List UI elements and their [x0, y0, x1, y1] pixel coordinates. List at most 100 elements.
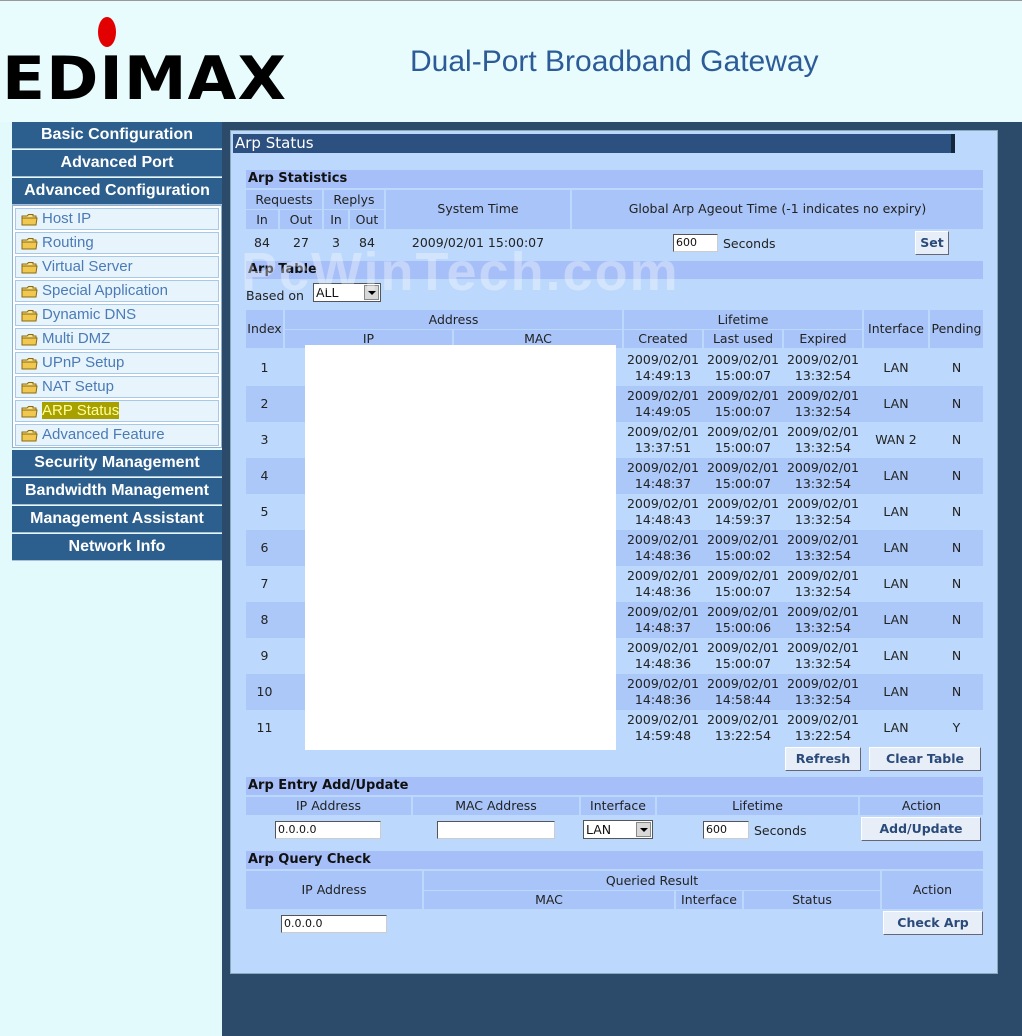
cell-created-time: 14:49:13	[634, 368, 692, 383]
cell-exp-date: 2009/02/01	[786, 712, 860, 727]
cell-exp-time: 13:32:54	[794, 404, 852, 419]
cell-pending: N	[951, 468, 962, 483]
cell-last-time: 15:00:07	[714, 404, 772, 419]
cell-pending: Y	[952, 720, 961, 735]
sidebar-item-nat-setup[interactable]: NAT Setup	[15, 376, 219, 398]
query-mac-header: MAC	[424, 891, 674, 909]
cell-last-time: 15:00:07	[714, 368, 772, 383]
clear-table-button[interactable]: Clear Table	[869, 747, 981, 771]
nav-management-assistant[interactable]: Management Assistant	[12, 506, 222, 533]
cell-last-date: 2009/02/01	[706, 352, 780, 367]
cell-pending: N	[951, 396, 962, 411]
query-status-header: Status	[744, 891, 880, 909]
cell-exp-date: 2009/02/01	[786, 424, 860, 439]
cell-created-time: 14:59:48	[634, 728, 692, 743]
cell-interface: LAN	[883, 612, 909, 627]
cell-exp-date: 2009/02/01	[786, 388, 860, 403]
entry-ip-header: IP Address	[246, 797, 411, 815]
ageout-time-input[interactable]: 600	[673, 234, 718, 252]
sidebar-item-virtual-server[interactable]: Virtual Server	[15, 256, 219, 278]
cell-index: 9	[260, 648, 269, 663]
cell-created-date: 2009/02/01	[626, 532, 700, 547]
cell-created: 2009/02/01 14:49:13	[624, 350, 702, 384]
sidebar-item-dynamic-dns[interactable]: Dynamic DNS	[15, 304, 219, 326]
queried-result-header: Queried Result	[424, 871, 880, 890]
cell-last: 2009/02/01 15:00:06	[704, 602, 782, 636]
nav-basic-configuration[interactable]: Basic Configuration	[12, 122, 222, 149]
nav-advanced-port[interactable]: Advanced Port	[12, 150, 222, 177]
cell-index: 7	[260, 576, 269, 591]
cell-exp-date: 2009/02/01	[786, 352, 860, 367]
cell-last-date: 2009/02/01	[706, 388, 780, 403]
sidebar-item-multi-dmz[interactable]: Multi DMZ	[15, 328, 219, 350]
entry-ip-input[interactable]: 0.0.0.0	[275, 821, 381, 839]
cell-exp: 2009/02/01 13:32:54	[784, 530, 862, 564]
cell-exp: 2009/02/01 13:32:54	[784, 566, 862, 600]
cell-index: 8	[260, 612, 269, 627]
sidebar-item-host-ip[interactable]: Host IP	[15, 208, 219, 230]
entry-mac-input[interactable]	[437, 821, 555, 839]
requests-in-header: In	[246, 210, 278, 229]
cell-created-date: 2009/02/01	[626, 460, 700, 475]
sidebar-item-special-application[interactable]: Special Application	[15, 280, 219, 302]
cell-interface: LAN	[883, 576, 909, 591]
page-title: Arp Status	[233, 134, 955, 153]
sidebar-item-arp-status[interactable]: ARP Status	[15, 400, 219, 422]
entry-lifetime-input[interactable]: 600	[703, 821, 749, 839]
redacted-address-block	[305, 345, 616, 750]
refresh-button[interactable]: Refresh	[785, 747, 861, 771]
requests-header: Requests	[246, 190, 322, 209]
cell-last: 2009/02/01 15:00:07	[704, 350, 782, 384]
cell-created: 2009/02/01 14:48:36	[624, 530, 702, 564]
cell-exp-time: 13:32:54	[794, 368, 852, 383]
entry-interface-select[interactable]: LAN	[583, 820, 653, 839]
nav-bandwidth-management[interactable]: Bandwidth Management	[12, 478, 222, 505]
nav-security-management[interactable]: Security Management	[12, 450, 222, 477]
cell-pending: N	[951, 504, 962, 519]
cell-index: 3	[260, 432, 269, 447]
cell-interface: LAN	[883, 468, 909, 483]
col-address: Address	[285, 310, 622, 329]
nav-network-info[interactable]: Network Info	[12, 534, 222, 561]
cell-exp-time: 13:32:54	[794, 440, 852, 455]
query-ip-input[interactable]: 0.0.0.0	[281, 915, 387, 933]
cell-index: 10	[256, 684, 273, 699]
cell-interface: LAN	[883, 540, 909, 555]
cell-created-time: 14:48:37	[634, 620, 692, 635]
col-lifetime: Lifetime	[624, 310, 862, 329]
set-button[interactable]: Set	[915, 231, 949, 255]
requests-out-header: Out	[280, 210, 322, 229]
cell-exp: 2009/02/01 13:22:54	[784, 710, 862, 744]
add-update-button[interactable]: Add/Update	[861, 817, 981, 841]
logo-dot	[98, 17, 116, 47]
query-interface-header: Interface	[676, 891, 742, 909]
cell-last: 2009/02/01 15:00:02	[704, 530, 782, 564]
nav-advanced-configuration[interactable]: Advanced Configuration	[12, 178, 222, 205]
sidebar-item-routing[interactable]: Routing	[15, 232, 219, 254]
cell-interface: LAN	[883, 360, 909, 375]
cell-pending: N	[951, 684, 962, 699]
folder-icon	[21, 310, 38, 322]
cell-created-date: 2009/02/01	[626, 676, 700, 691]
col-last-used: Last used	[704, 330, 782, 348]
header-banner: EDIMAX Dual-Port Broadband Gateway	[0, 0, 1022, 122]
cell-exp-date: 2009/02/01	[786, 640, 860, 655]
ageout-header: Global Arp Ageout Time (-1 indicates no …	[572, 190, 983, 229]
cell-interface: LAN	[883, 648, 909, 663]
check-arp-button[interactable]: Check Arp	[883, 911, 983, 935]
cell-last-date: 2009/02/01	[706, 496, 780, 511]
sidebar-item-advanced-feature[interactable]: Advanced Feature	[15, 424, 219, 446]
sidebar-item-upnp-setup[interactable]: UPnP Setup	[15, 352, 219, 374]
cell-exp-time: 13:32:54	[794, 656, 852, 671]
cell-last-date: 2009/02/01	[706, 460, 780, 475]
folder-icon	[21, 334, 38, 346]
cell-created: 2009/02/01 13:37:51	[624, 422, 702, 456]
cell-last: 2009/02/01 15:00:07	[704, 566, 782, 600]
cell-last-date: 2009/02/01	[706, 532, 780, 547]
cell-index: 2	[260, 396, 269, 411]
cell-last-time: 15:00:02	[714, 548, 772, 563]
cell-last: 2009/02/01 13:22:54	[704, 710, 782, 744]
cell-created: 2009/02/01 14:59:48	[624, 710, 702, 744]
sidebar-item-label: Routing	[42, 234, 94, 251]
cell-created: 2009/02/01 14:48:36	[624, 674, 702, 708]
